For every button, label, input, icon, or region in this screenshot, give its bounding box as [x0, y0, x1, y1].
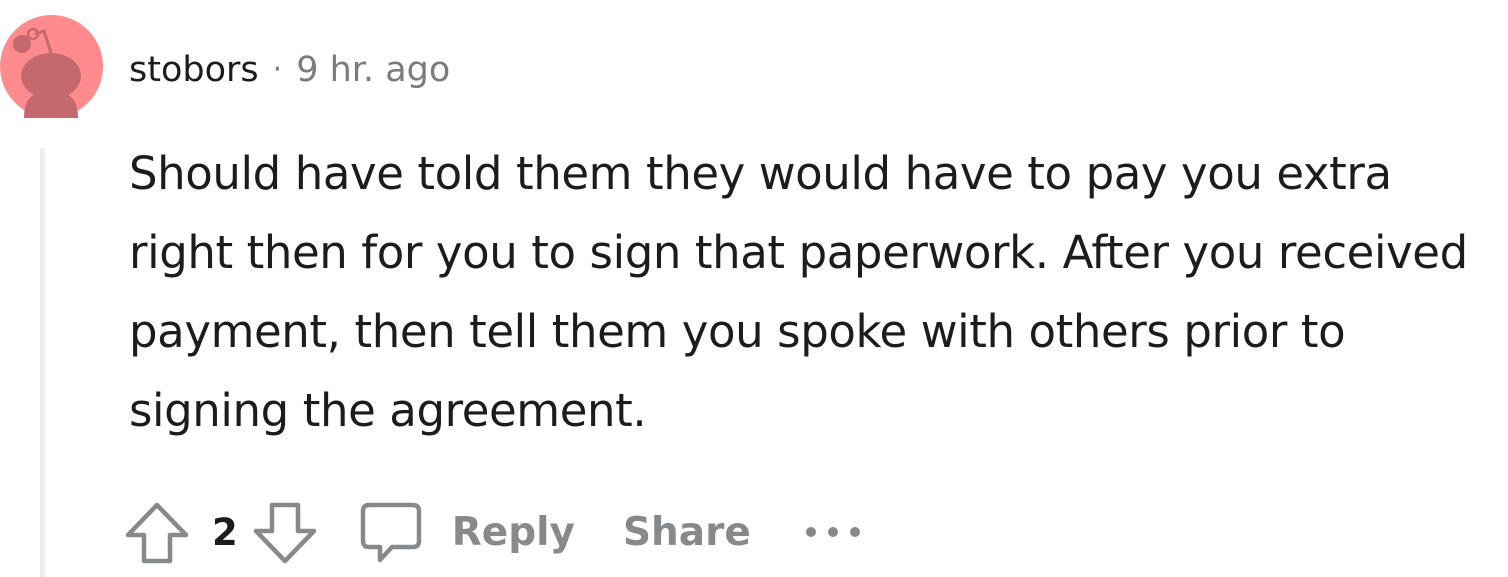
timestamp[interactable]: 9 hr. ago — [296, 45, 450, 95]
reply-label: Reply — [451, 509, 575, 555]
reply-button[interactable]: Reply — [356, 497, 575, 567]
more-options-button[interactable] — [803, 522, 863, 542]
speech-bubble-icon — [356, 497, 426, 567]
share-button[interactable]: Share — [623, 510, 751, 555]
comment-header: stobors · 9 hr. ago — [129, 45, 450, 95]
comment-actions: 2 Reply Share — [122, 492, 863, 572]
upvote-arrow-icon[interactable] — [122, 497, 192, 567]
ellipsis-icon — [805, 527, 860, 537]
meta-separator: · — [272, 52, 283, 87]
vote-score: 2 — [212, 510, 238, 554]
avatar[interactable] — [0, 15, 103, 118]
downvote-arrow-icon[interactable] — [250, 497, 320, 567]
snoo-avatar-icon — [0, 15, 103, 118]
username-link[interactable]: stobors — [129, 45, 259, 95]
comment: stobors · 9 hr. ago Should have told the… — [0, 0, 1508, 577]
comment-body: Should have told them they would have to… — [129, 147, 1468, 437]
thread-collapse-line[interactable] — [40, 148, 45, 577]
